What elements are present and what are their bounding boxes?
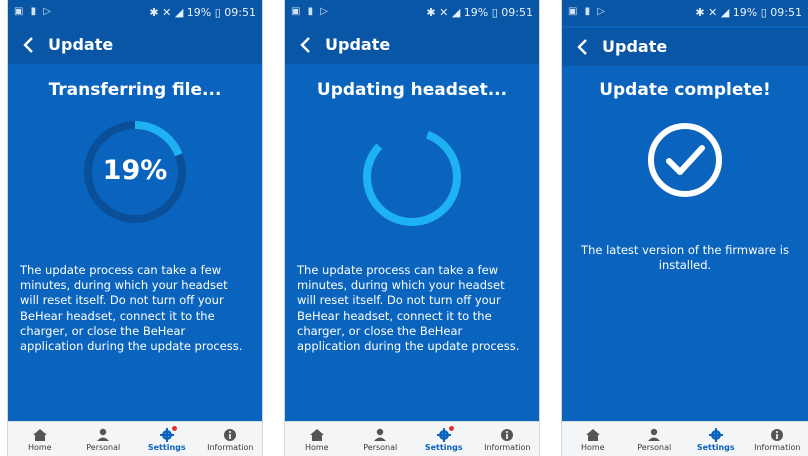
app-bar: Update [8, 26, 262, 64]
status-heading: Updating headset... [316, 80, 508, 100]
back-arrow-icon[interactable] [297, 34, 315, 56]
battery-level: 19% [732, 6, 758, 19]
check-circle-icon [648, 123, 722, 197]
status-right: ✱ ✕ ◢ 19% ▯ 09:51 [695, 6, 802, 19]
nav-label: Information [754, 443, 801, 452]
app-bar: Update [285, 26, 539, 64]
home-icon [585, 429, 600, 441]
nav-label: Home [304, 443, 329, 452]
nav-home[interactable]: Home [8, 422, 72, 456]
home-icon [309, 429, 324, 441]
person-icon [648, 428, 661, 441]
nav-personal[interactable]: Personal [624, 422, 686, 456]
nav-label: Personal [637, 443, 672, 452]
back-arrow-icon[interactable] [574, 36, 592, 58]
clock: 09:51 [770, 6, 802, 19]
phone-screen-updating: ▣ ▮ ▷ ✱ ✕ ◢ 19% ▯ 09:51 Update Updating … [285, 0, 539, 456]
clock: 09:51 [224, 6, 256, 19]
nav-information[interactable]: Information [199, 422, 263, 456]
nav-label: Home [580, 443, 605, 452]
update-warning-text: The update process can take a few minute… [297, 263, 520, 354]
status-bar: ▣ ▮ ▷ ✱ ✕ ◢ 19% ▯ 09:51 [8, 0, 262, 26]
nav-label: Personal [363, 443, 398, 452]
info-icon [224, 429, 237, 441]
status-bar: ▣ ▮ ▷ ✱ ✕ ◢ 19% ▯ 09:51 [562, 0, 808, 26]
back-arrow-icon[interactable] [20, 34, 38, 56]
nav-personal[interactable]: Personal [349, 422, 413, 456]
app-bar: Update [562, 28, 808, 66]
status-heading: Transferring file... [48, 80, 222, 100]
nav-home[interactable]: Home [285, 422, 349, 456]
info-icon [771, 429, 784, 441]
bottom-nav: Home Personal Settings Information [8, 421, 262, 456]
status-right: ✱ ✕ ◢ 19% ▯ 09:51 [149, 6, 256, 19]
status-heading: Update complete! [599, 80, 771, 100]
notification-icons: ▣ ▮ ▷ [14, 6, 53, 17]
battery-level: 19% [186, 6, 212, 19]
nav-settings[interactable]: Settings [135, 422, 199, 456]
nav-label: Information [484, 443, 531, 452]
page-title: Update [325, 35, 391, 54]
clock: 09:51 [501, 6, 533, 19]
progress-percent: 19% [102, 155, 168, 186]
nav-personal[interactable]: Personal [72, 422, 136, 456]
gear-icon [708, 428, 723, 442]
nav-label: Settings [696, 443, 735, 452]
success-checkmark [645, 120, 725, 200]
person-icon [374, 428, 387, 441]
nav-home[interactable]: Home [562, 422, 624, 456]
bottom-nav: Home Personal Settings Information [285, 421, 539, 456]
notification-icons: ▣ ▮ ▷ [291, 6, 330, 17]
notification-dot [448, 426, 454, 431]
nav-settings[interactable]: Settings [412, 422, 476, 456]
nav-label: Settings [147, 443, 186, 452]
status-right: ✱ ✕ ◢ 19% ▯ 09:51 [426, 6, 533, 19]
nav-label: Information [207, 443, 254, 452]
notification-dot [171, 426, 177, 431]
loading-spinner [357, 117, 467, 227]
nav-label: Settings [424, 443, 463, 452]
nav-label: Home [27, 443, 52, 452]
page-title: Update [602, 37, 668, 56]
person-icon [97, 428, 110, 441]
nav-settings[interactable]: Settings [685, 422, 747, 456]
firmware-status-text: The latest version of the firmware is in… [581, 243, 789, 273]
nav-label: Personal [86, 443, 121, 452]
update-warning-text: The update process can take a few minute… [20, 263, 243, 354]
phone-screen-complete: ▣ ▮ ▷ ✱ ✕ ◢ 19% ▯ 09:51 Update Update co… [562, 0, 808, 456]
bottom-nav: Home Personal Settings Information [562, 421, 808, 456]
progress-ring: 19% [80, 117, 190, 227]
nav-information[interactable]: Information [476, 422, 540, 456]
nav-information[interactable]: Information [747, 422, 808, 456]
notification-icons: ▣ ▮ ▷ [568, 6, 607, 17]
info-icon [501, 429, 514, 441]
battery-level: 19% [463, 6, 489, 19]
status-bar: ▣ ▮ ▷ ✱ ✕ ◢ 19% ▯ 09:51 [285, 0, 539, 26]
phone-screen-transferring: ▣ ▮ ▷ ✱ ✕ ◢ 19% ▯ 09:51 Update Transferr… [8, 0, 262, 456]
home-icon [32, 429, 47, 441]
page-title: Update [48, 35, 114, 54]
